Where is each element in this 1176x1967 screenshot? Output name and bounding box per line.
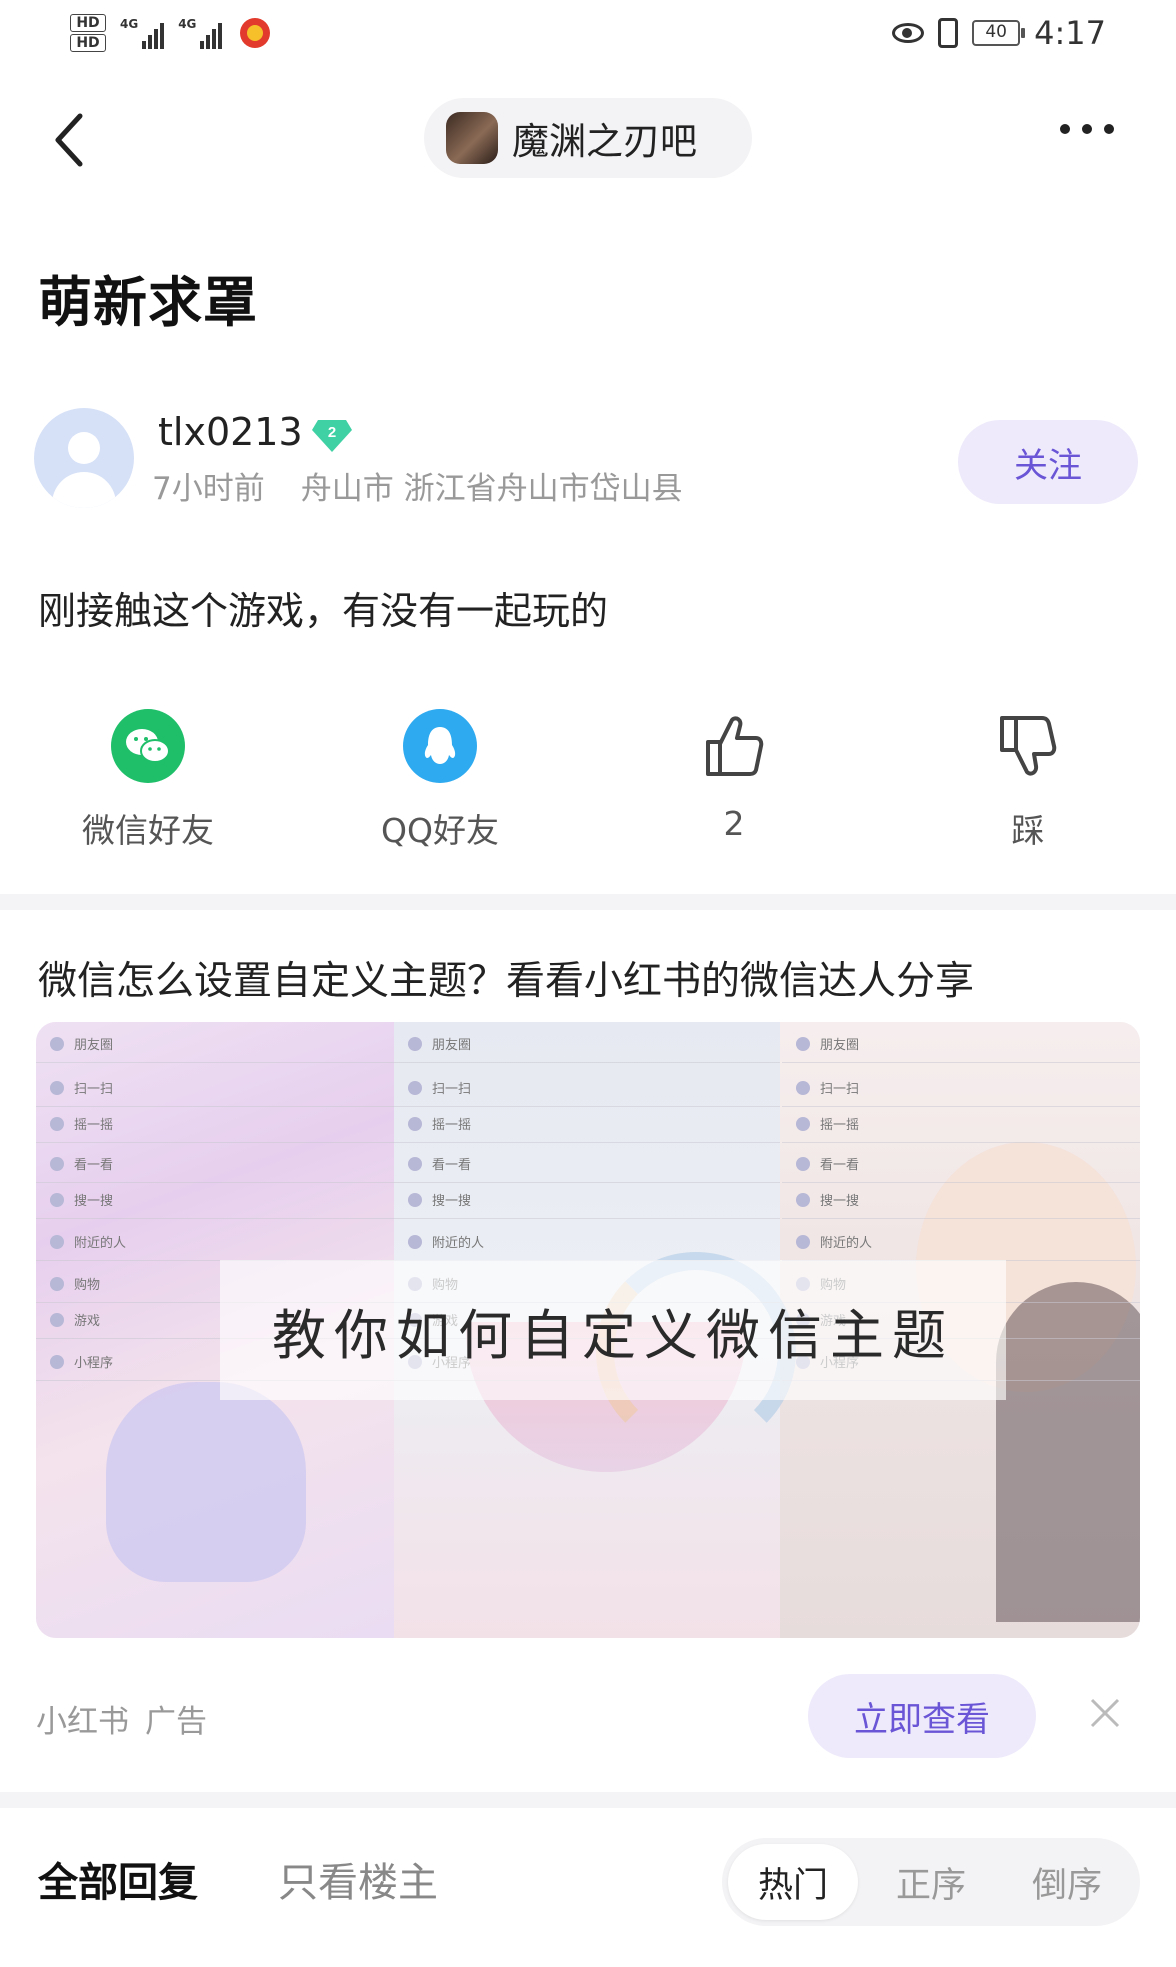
level-number: 2: [328, 424, 336, 441]
status-bar-right: 40 4:17: [892, 14, 1106, 52]
dislike-button[interactable]: 踩: [918, 708, 1138, 852]
more-options-icon[interactable]: [1060, 124, 1114, 134]
sort-hot[interactable]: 热门: [728, 1844, 858, 1920]
thumbs-up-icon: [706, 716, 764, 776]
ad-image[interactable]: 朋友圈 朋友圈 朋友圈扫一扫 扫一扫 扫一扫摇一摇 摇一摇 摇一摇看一看 看一看 看一看搜一搜 搜…: [36, 1022, 1140, 1638]
post-meta: 7小时前 舟山市 浙江省舟山市岱山县: [152, 463, 683, 508]
network-type-2: 4G: [178, 17, 197, 31]
ad-menu-item: 摇一摇: [408, 1114, 471, 1133]
sort-descending[interactable]: 倒序: [1002, 1844, 1132, 1920]
ad-menu-item: 看一看: [50, 1154, 113, 1173]
like-count: 2: [723, 804, 745, 843]
vibrate-icon: [938, 18, 959, 48]
ad-menu-item: 游戏: [50, 1310, 100, 1329]
qq-icon: [403, 709, 477, 783]
ad-menu-item: 看一看: [796, 1154, 859, 1173]
signal-icon-2: 4G: [178, 17, 223, 49]
sort-toggle: 热门 正序 倒序: [722, 1838, 1140, 1926]
ad-tag: 广告: [145, 1704, 207, 1740]
ad-menu-item: 扫一扫: [408, 1078, 471, 1097]
ad-title[interactable]: 微信怎么设置自定义主题？看看小红书的微信达人分享: [38, 950, 974, 1006]
thumbs-down-icon: [1000, 716, 1057, 776]
sim1-hd-badge: HD: [70, 14, 106, 32]
signal-icon: 4G: [120, 17, 165, 49]
ad-menu-item: 小程序: [50, 1352, 113, 1371]
share-wechat-label: 微信好友: [82, 811, 214, 850]
ad-menu-item: 看一看: [408, 1154, 471, 1173]
post-title: 萌新求罩: [38, 271, 258, 334]
battery-icon: 40: [972, 20, 1026, 46]
forum-name: 魔渊之刃吧: [512, 120, 697, 163]
follow-button[interactable]: 关注: [958, 420, 1138, 504]
ad-menu-item: 搜一搜: [408, 1190, 471, 1209]
forum-avatar: [446, 112, 498, 164]
ad-menu-item: 购物: [50, 1274, 100, 1293]
tab-op-only[interactable]: 只看楼主: [278, 1850, 438, 1908]
share-wechat-button[interactable]: 微信好友: [38, 708, 258, 852]
ad-menu-item: 朋友圈: [50, 1034, 113, 1053]
wechat-icon: [111, 709, 185, 783]
ad-menu-item: 附近的人: [796, 1232, 872, 1251]
level-badge-icon: 2: [312, 420, 352, 452]
ad-source: 小红书: [36, 1704, 129, 1740]
post-location: 舟山市 浙江省舟山市岱山县: [300, 471, 683, 507]
forum-header-pill[interactable]: 魔渊之刃吧: [424, 98, 752, 178]
ad-menu-item: 朋友圈: [408, 1034, 471, 1053]
section-divider: [0, 894, 1176, 910]
ad-menu-item: 搜一搜: [796, 1190, 859, 1209]
ad-menu-item: 扫一扫: [50, 1078, 113, 1097]
author-avatar[interactable]: [34, 408, 134, 508]
eye-comfort-icon: [892, 23, 925, 43]
ad-menu-item: 摇一摇: [50, 1114, 113, 1133]
ad-menu-item: 扫一扫: [796, 1078, 859, 1097]
status-bar-left: HD HD 4G 4G: [70, 8, 271, 58]
ad-overlay-text: 教你如何自定义微信主题: [272, 1303, 954, 1367]
author-username[interactable]: tlx0213: [158, 410, 303, 454]
section-divider: [0, 1792, 1176, 1808]
ad-menu-item: 搜一搜: [50, 1190, 113, 1209]
ad-menu-item: 朋友圈: [796, 1034, 859, 1053]
share-qq-button[interactable]: QQ好友: [330, 708, 550, 852]
sim2-hd-badge: HD: [70, 34, 106, 52]
dislike-label: 踩: [1011, 811, 1045, 850]
post-time: 7小时前: [152, 471, 265, 507]
ad-menu-item: 附近的人: [408, 1232, 484, 1251]
ad-source-line: 小红书 广告: [36, 1696, 207, 1741]
sort-ascending[interactable]: 正序: [866, 1844, 996, 1920]
back-arrow-icon[interactable]: [50, 110, 90, 170]
clock: 4:17: [1034, 14, 1106, 52]
like-button[interactable]: 2: [624, 708, 844, 843]
post-content: 刚接触这个游戏，有没有一起玩的: [38, 589, 609, 633]
notification-app-icon: [240, 18, 271, 48]
ad-menu-item: 摇一摇: [796, 1114, 859, 1133]
ad-view-now-button[interactable]: 立即查看: [808, 1674, 1036, 1758]
tab-all-replies[interactable]: 全部回复: [38, 1850, 198, 1908]
close-icon[interactable]: [1088, 1696, 1122, 1730]
ad-menu-item: 附近的人: [50, 1232, 126, 1251]
network-type-1: 4G: [120, 17, 139, 31]
share-qq-label: QQ好友: [381, 811, 499, 850]
